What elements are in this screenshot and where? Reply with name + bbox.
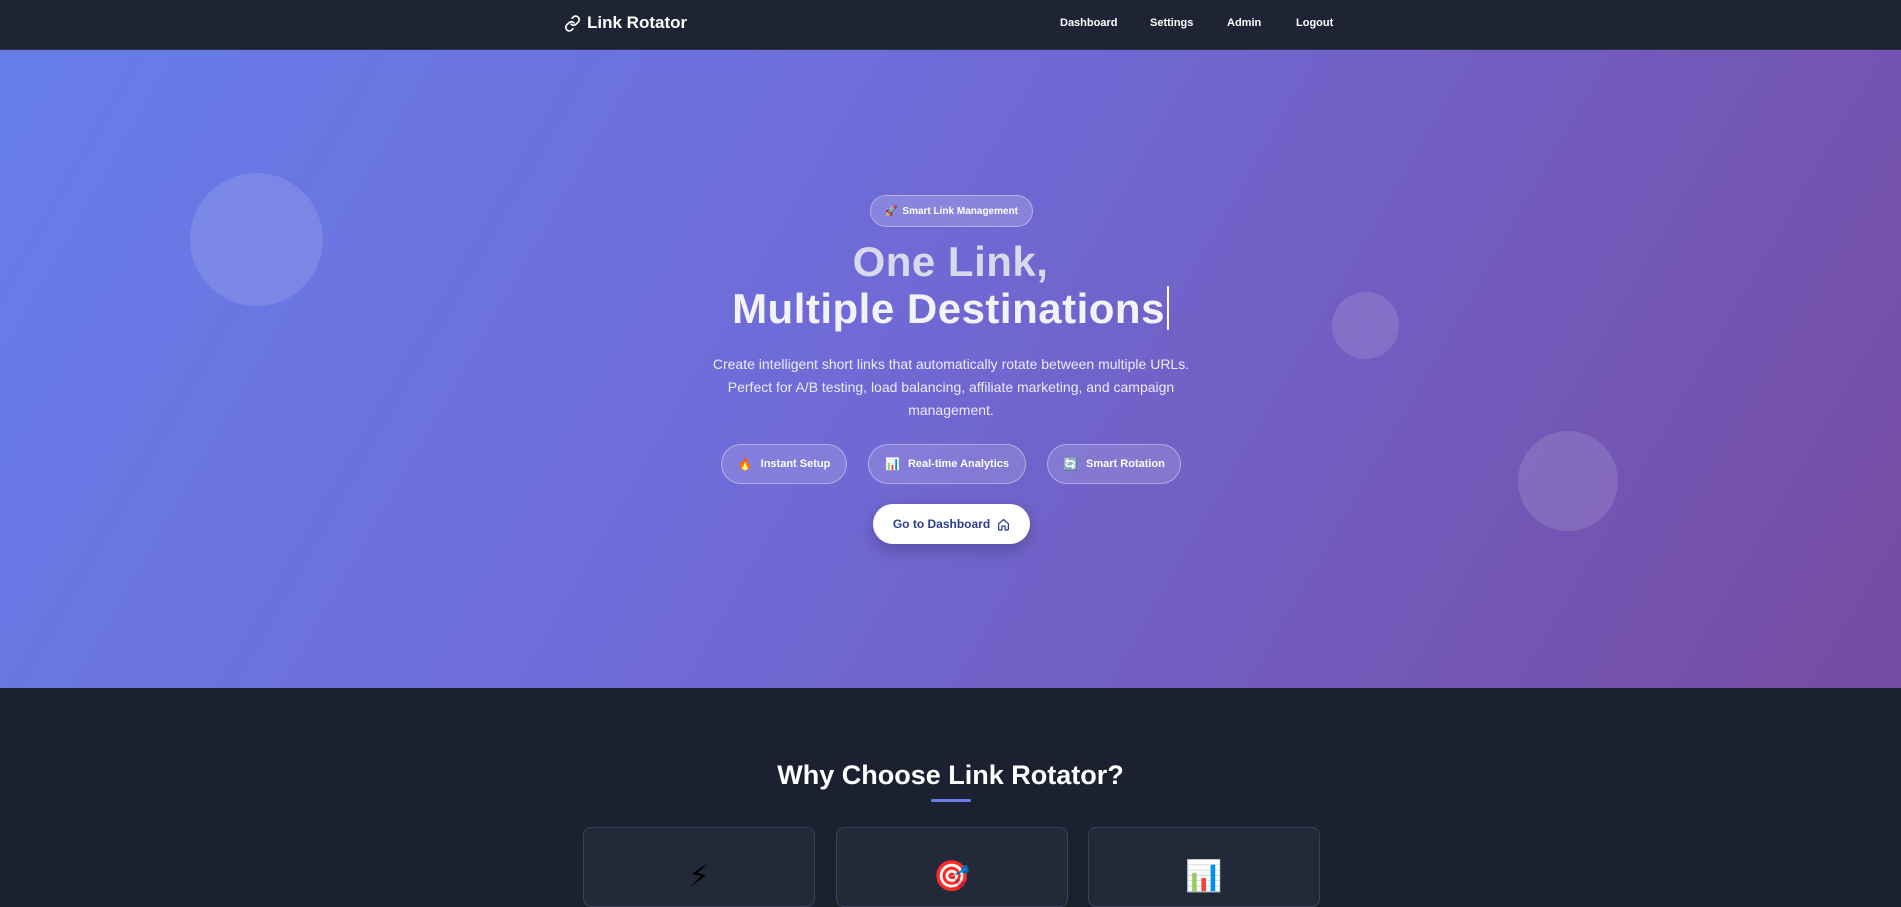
hero-headline-line2-wrap: Multiple Destinations bbox=[0, 285, 1901, 332]
hero-badge: 🚀 Smart Link Management bbox=[870, 195, 1033, 227]
bar-chart-icon: 📊 bbox=[1185, 860, 1223, 893]
feature-pill-label: Smart Rotation bbox=[1086, 458, 1165, 470]
feature-pill-instant-setup: 🔥 Instant Setup bbox=[721, 444, 847, 484]
feature-pill-label: Real-time Analytics bbox=[907, 458, 1010, 470]
navbar: Link Rotator Dashboard Settings Admin Lo… bbox=[0, 0, 1901, 50]
refresh-icon: 🔄 bbox=[1063, 457, 1079, 471]
rocket-icon: 🚀 bbox=[884, 205, 898, 217]
hero-headline-line1: One Link, bbox=[852, 238, 1049, 285]
brand-name: Link Rotator bbox=[587, 13, 688, 32]
feature-pills: 🔥 Instant Setup 📊 Real-time Analytics 🔄 … bbox=[0, 444, 1901, 484]
hero-headline-line2: Multiple Destinations bbox=[732, 285, 1165, 332]
nav-admin-link[interactable]: Admin bbox=[1227, 17, 1261, 29]
title-underline bbox=[931, 799, 971, 802]
feature-card: ⚡ bbox=[583, 827, 815, 907]
why-section: Why Choose Link Rotator? ⚡ 🎯 📊 bbox=[0, 688, 1901, 907]
nav-dashboard-link[interactable]: Dashboard bbox=[1060, 17, 1117, 29]
typing-cursor bbox=[1166, 286, 1169, 330]
fire-icon: 🔥 bbox=[737, 457, 753, 471]
link-icon bbox=[564, 14, 581, 32]
hero-section: 🚀 Smart Link Management One Link, Multip… bbox=[0, 50, 1901, 688]
go-to-dashboard-button[interactable]: Go to Dashboard bbox=[873, 504, 1030, 544]
home-icon bbox=[998, 518, 1010, 531]
brand-link[interactable]: Link Rotator bbox=[564, 13, 687, 33]
target-icon: 🎯 bbox=[933, 860, 971, 893]
hero-headline: One Link, Multiple Destinations bbox=[0, 238, 1901, 332]
cta-label: Go to Dashboard bbox=[892, 517, 991, 531]
nav-settings-link[interactable]: Settings bbox=[1150, 17, 1193, 29]
feature-pill-analytics: 📊 Real-time Analytics bbox=[868, 444, 1026, 484]
feature-pill-label: Instant Setup bbox=[760, 458, 831, 470]
lightning-icon: ⚡ bbox=[688, 860, 710, 893]
hero-description: Create intelligent short links that auto… bbox=[712, 356, 1190, 418]
nav-logout-link[interactable]: Logout bbox=[1296, 17, 1333, 29]
chart-icon: 📊 bbox=[884, 457, 900, 471]
section-title: Why Choose Link Rotator? bbox=[777, 760, 1124, 790]
feature-pill-rotation: 🔄 Smart Rotation bbox=[1047, 444, 1181, 484]
feature-card: 📊 bbox=[1088, 827, 1320, 907]
hero-badge-label: Smart Link Management bbox=[902, 205, 1019, 217]
feature-card: 🎯 bbox=[836, 827, 1068, 907]
